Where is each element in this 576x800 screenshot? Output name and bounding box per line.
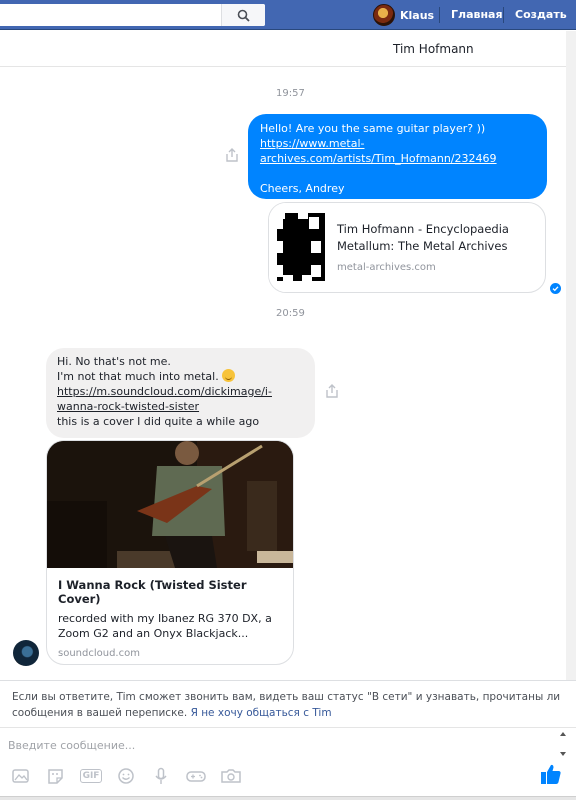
privacy-notice: Если вы ответите, Tim сможет звонить вам… (12, 689, 562, 721)
create-link[interactable]: Создать (515, 8, 567, 21)
composer-toolbar: GIF (10, 765, 242, 787)
composer-area: Если вы ответите, Tim сможет звонить вам… (0, 680, 576, 800)
link-preview-card[interactable]: Tim Hofmann - Encyclopaedia Metallum: Th… (268, 202, 546, 293)
message-text: Cheers, Andrey (260, 182, 345, 195)
search-button[interactable] (221, 4, 265, 26)
message-thread: 19:57 Hello! Are you the same guitar pla… (0, 68, 566, 680)
gif-button[interactable]: GIF (79, 766, 103, 786)
track-photo (47, 441, 293, 568)
divider (503, 7, 504, 23)
search-box[interactable] (0, 4, 265, 26)
home-link[interactable]: Главная (451, 8, 503, 21)
share-icon[interactable] (225, 147, 239, 163)
thread-scrollbar[interactable] (566, 31, 576, 680)
message-text: I'm not that much into metal. (57, 370, 219, 383)
top-navigation-bar: Klaus Главная Создать (0, 0, 576, 30)
message-link[interactable]: https://m.soundcloud.com/dickimage/i- (57, 385, 272, 398)
games-button[interactable] (185, 766, 207, 786)
card-title: I Wanna Rock (Twisted Sister Cover) (58, 578, 247, 606)
user-name: Klaus (400, 8, 435, 22)
contact-name[interactable]: Tim Hofmann (393, 42, 474, 56)
game-icon (186, 771, 206, 782)
card-domain: metal-archives.com (337, 262, 436, 273)
smile-emoji-icon (222, 369, 236, 382)
block-link[interactable]: Я не хочу общаться с Tim (191, 707, 332, 719)
emoji-button[interactable] (115, 766, 137, 786)
message-text: Hi. No that's not me. (57, 355, 171, 368)
message-link[interactable]: wanna-rock-twisted-sister (57, 400, 199, 413)
camera-button[interactable] (220, 766, 242, 786)
bottom-strip (0, 796, 576, 800)
compose-box[interactable] (0, 727, 576, 761)
sticker-icon (48, 769, 63, 784)
photo-button[interactable] (10, 766, 32, 786)
message-input[interactable] (8, 736, 528, 754)
emoji-icon (118, 768, 134, 784)
search-input[interactable] (6, 7, 211, 23)
timestamp: 19:57 (276, 88, 305, 99)
timestamp: 20:59 (276, 308, 305, 319)
card-description: recorded with my Ibanez RG 370 DX, a Zoo… (58, 612, 272, 640)
avatar (373, 4, 395, 26)
search-icon (237, 9, 250, 22)
link-preview-card[interactable]: I Wanna Rock (Twisted Sister Cover) reco… (46, 440, 294, 665)
avatar[interactable] (13, 640, 39, 666)
profile-link[interactable]: Klaus (373, 4, 434, 26)
compose-scrollbar[interactable] (558, 728, 568, 762)
microphone-icon (155, 767, 167, 784)
chat-header: Tim Hofmann (0, 31, 576, 67)
message-link[interactable]: archives.com/artists/Tim_Hofmann/232469 (260, 152, 497, 165)
voice-button[interactable] (150, 766, 172, 786)
like-icon[interactable] (540, 763, 562, 785)
divider (439, 7, 440, 23)
card-domain: soundcloud.com (58, 648, 140, 659)
gif-label: GIF (82, 771, 100, 781)
outgoing-message: Hello! Are you the same guitar player? )… (248, 114, 547, 199)
message-text: Hello! Are you the same guitar player? )… (260, 122, 486, 135)
image-icon (12, 769, 29, 783)
site-thumbnail (269, 203, 327, 292)
card-title: Tim Hofmann - Encyclopaedia Metallum: Th… (337, 222, 509, 253)
sticker-button[interactable] (45, 766, 67, 786)
share-icon[interactable] (325, 383, 339, 399)
message-text: this is a cover I did quite a while ago (57, 415, 260, 428)
message-link[interactable]: https://www.metal- (260, 137, 364, 150)
incoming-message: Hi. No that's not me. I'm not that much … (46, 348, 315, 438)
camera-icon (221, 769, 241, 783)
gif-icon: GIF (79, 769, 103, 783)
seen-check-icon (550, 283, 561, 294)
